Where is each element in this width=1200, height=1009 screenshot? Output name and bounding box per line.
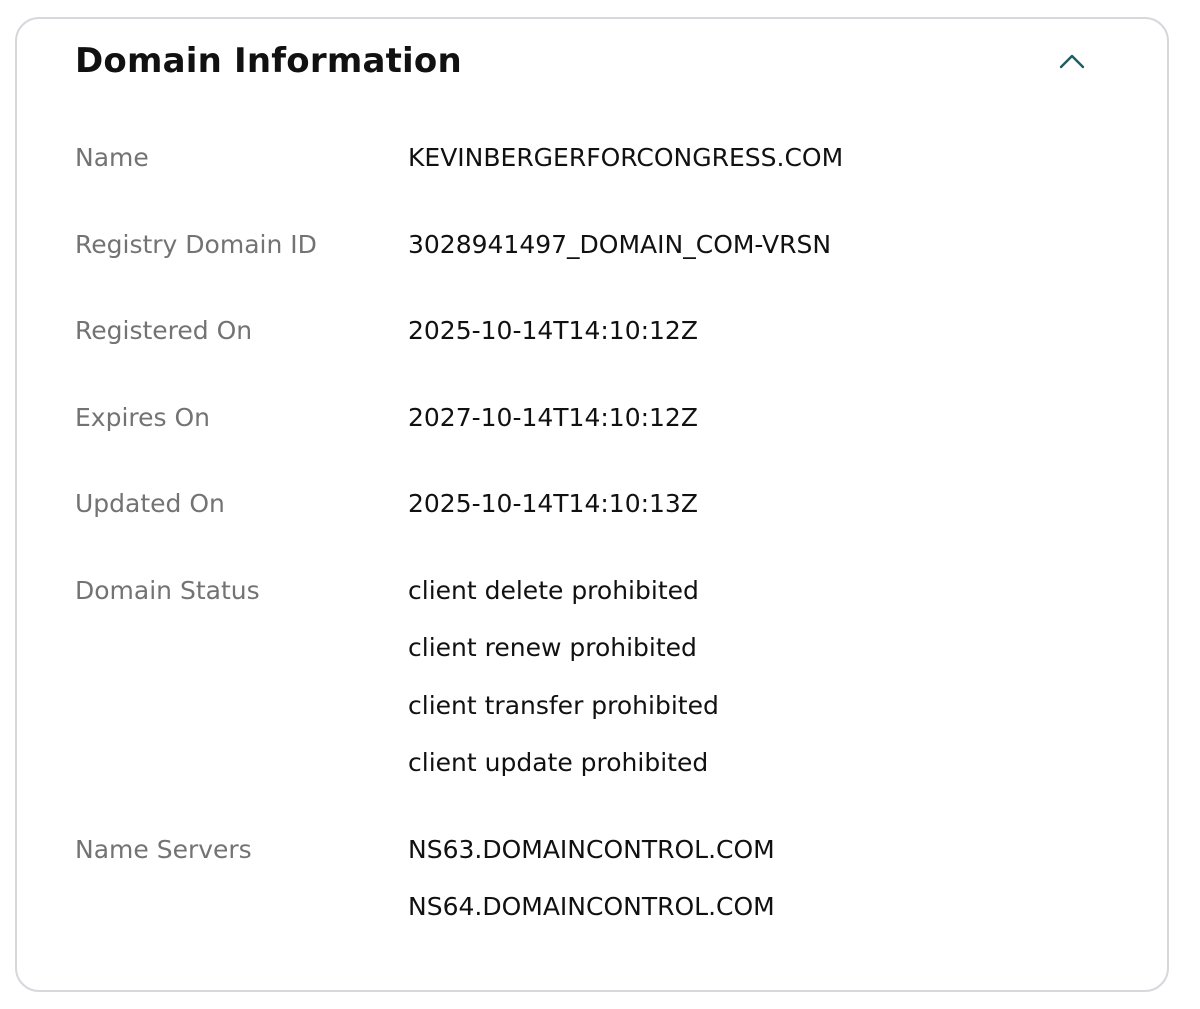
info-values: 2027-10-14T14:10:12Z: [408, 389, 1135, 447]
info-value: KEVINBERGERFORCONGRESS.COM: [408, 143, 844, 172]
domain-info-list: Name KEVINBERGERFORCONGRESS.COM Registry…: [75, 129, 1135, 936]
info-row-name: Name KEVINBERGERFORCONGRESS.COM: [75, 129, 1135, 187]
info-values: KEVINBERGERFORCONGRESS.COM: [408, 129, 1135, 187]
info-value: 2025-10-14T14:10:12Z: [408, 316, 698, 345]
status-value: client renew prohibited: [408, 633, 697, 662]
info-row-expires-on: Expires On 2027-10-14T14:10:12Z: [75, 389, 1135, 447]
status-value: client delete prohibited: [408, 575, 699, 605]
info-row-domain-status: Domain Status client delete prohibited c…: [75, 562, 1135, 792]
info-label: Updated On: [75, 489, 225, 518]
info-label: Name Servers: [75, 834, 252, 864]
info-row-updated-on: Updated On 2025-10-14T14:10:13Z: [75, 475, 1135, 533]
info-value: 3028941497_DOMAIN_COM-VRSN: [408, 229, 832, 259]
info-values: 3028941497_DOMAIN_COM-VRSN: [408, 216, 1135, 274]
info-label: Registry Domain ID: [75, 229, 317, 259]
info-value: 2027-10-14T14:10:12Z: [408, 402, 698, 432]
info-row-name-servers: Name Servers NS63.DOMAINCONTROL.COM NS64…: [75, 821, 1135, 936]
info-row-registered-on: Registered On 2025-10-14T14:10:12Z: [75, 302, 1135, 360]
card-title: Domain Information: [75, 41, 462, 81]
info-label: Domain Status: [75, 575, 260, 605]
info-values: NS63.DOMAINCONTROL.COM NS64.DOMAINCONTRO…: [408, 821, 1135, 936]
chevron-up-icon: [1059, 54, 1085, 69]
info-values: 2025-10-14T14:10:12Z: [408, 302, 1135, 360]
info-value: 2025-10-14T14:10:13Z: [408, 489, 698, 518]
info-values: client delete prohibited client renew pr…: [408, 562, 1135, 792]
info-label: Registered On: [75, 316, 253, 345]
status-value: client update prohibited: [408, 748, 709, 777]
status-value: client transfer prohibited: [408, 690, 719, 720]
name-server-value: NS63.DOMAINCONTROL.COM: [408, 834, 775, 864]
info-label: Expires On: [75, 402, 211, 432]
collapse-button[interactable]: [1053, 45, 1091, 77]
domain-information-card: Domain Information Name KEVINBERGERFORCO…: [15, 17, 1169, 992]
name-server-value: NS64.DOMAINCONTROL.COM: [408, 892, 775, 921]
card-header: Domain Information: [17, 19, 1167, 109]
info-values: 2025-10-14T14:10:13Z: [408, 475, 1135, 533]
info-label: Name: [75, 143, 149, 172]
info-row-registry-domain-id: Registry Domain ID 3028941497_DOMAIN_COM…: [75, 216, 1135, 274]
